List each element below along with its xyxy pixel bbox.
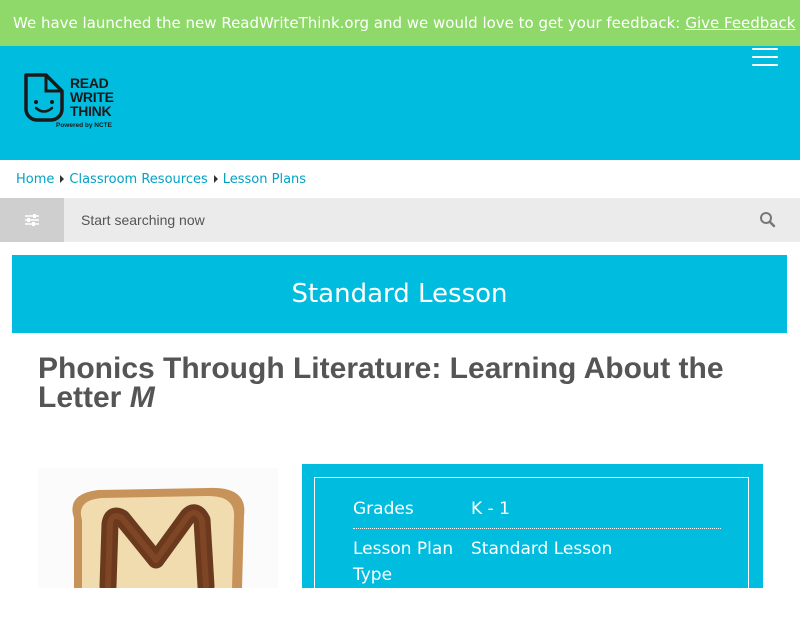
hamburger-menu-button[interactable] <box>752 48 778 68</box>
hamburger-menu-icon-line <box>752 56 778 58</box>
sliders-icon <box>25 214 39 226</box>
logo-wordmark: READ WRITE THINK <box>70 76 114 118</box>
lesson-info-panel: Grades K - 1 Lesson Plan Type Standard L… <box>302 464 763 617</box>
hamburger-menu-icon-line <box>752 64 778 66</box>
bread-letter-m-image <box>38 468 278 588</box>
lesson-image <box>38 468 278 588</box>
info-value: Standard Lesson <box>471 539 613 559</box>
info-label: Grades <box>353 499 414 519</box>
lesson-type-banner: Standard Lesson <box>12 255 787 333</box>
feedback-banner-text: We have launched the new ReadWriteThink.… <box>13 14 681 32</box>
hamburger-menu-icon-line <box>752 48 778 50</box>
give-feedback-link[interactable]: Give Feedback <box>685 14 795 32</box>
lesson-type-label: Standard Lesson <box>291 279 508 309</box>
search-button[interactable] <box>758 210 778 230</box>
logo-page-icon <box>24 73 64 122</box>
breadcrumb-lesson-plans[interactable]: Lesson Plans <box>223 172 306 187</box>
filter-button[interactable] <box>0 198 64 242</box>
info-label: Lesson Plan Type <box>353 539 454 585</box>
breadcrumb: Home Classroom Resources Lesson Plans <box>16 170 306 188</box>
breadcrumb-home[interactable]: Home <box>16 172 54 187</box>
logo-powered-by: Powered by NCTE <box>56 122 112 129</box>
info-value: K - 1 <box>471 499 510 519</box>
info-row-grades: Grades K - 1 <box>353 496 721 529</box>
logo-word-think: THINK <box>70 103 112 119</box>
page-title: Phonics Through Literature: Learning Abo… <box>38 354 778 414</box>
search-bar <box>0 198 800 242</box>
search-input[interactable] <box>64 198 744 242</box>
logo-word-read: READ <box>70 75 109 91</box>
site-header: READ WRITE THINK Powered by NCTE <box>0 46 800 160</box>
logo-word-write: WRITE <box>70 89 114 105</box>
breadcrumb-caret-icon <box>213 175 218 183</box>
breadcrumb-caret-icon <box>60 175 65 183</box>
page-title-letter: M <box>129 381 155 414</box>
search-icon <box>760 212 776 228</box>
feedback-banner: We have launched the new ReadWriteThink.… <box>0 0 800 46</box>
breadcrumb-classroom-resources[interactable]: Classroom Resources <box>69 172 207 187</box>
readwritethink-logo[interactable]: READ WRITE THINK Powered by NCTE <box>22 72 126 134</box>
lesson-info-box: Grades K - 1 Lesson Plan Type Standard L… <box>314 477 749 617</box>
